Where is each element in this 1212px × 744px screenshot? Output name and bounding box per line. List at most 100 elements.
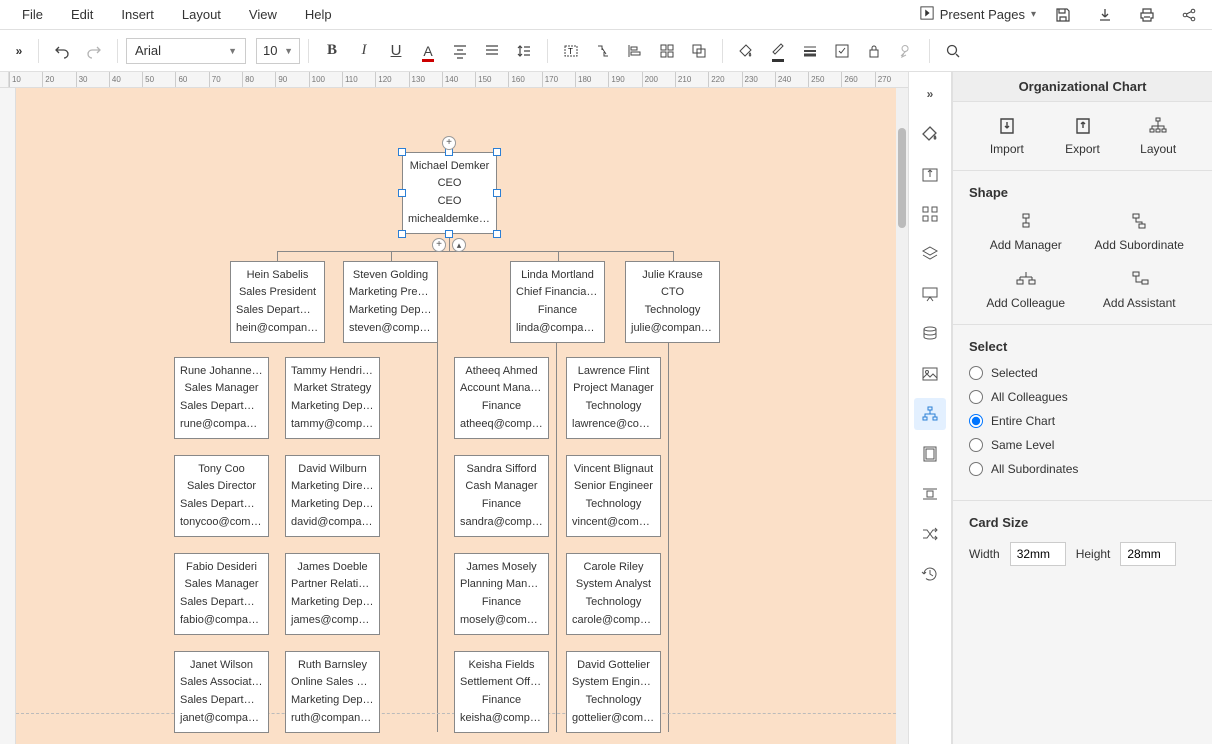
- tools-button[interactable]: [891, 36, 921, 66]
- menu-edit[interactable]: Edit: [57, 7, 107, 22]
- org-card[interactable]: Sandra SiffordCash ManagerFinancesandra@…: [454, 455, 549, 537]
- menu-help[interactable]: Help: [291, 7, 346, 22]
- org-card[interactable]: David WilburnMarketing DirectorMarketing…: [285, 455, 380, 537]
- selection-handle-se[interactable]: [493, 230, 501, 238]
- org-card[interactable]: James DoeblePartner RelationsMarketing D…: [285, 553, 380, 635]
- presentation-icon[interactable]: [914, 278, 946, 310]
- width-input[interactable]: [1010, 542, 1066, 566]
- present-pages-button[interactable]: Present Pages ▾: [920, 6, 1036, 23]
- add-colleague-button[interactable]: Add Colleague: [969, 270, 1083, 310]
- card-email: michealdemker...: [405, 211, 494, 229]
- org-card[interactable]: Lawrence FlintProject ManagerTechnologyl…: [566, 357, 661, 439]
- add-subordinate-button[interactable]: Add Subordinate: [1083, 212, 1197, 252]
- ruler-horizontal: 1020304050607080901001101201301401501601…: [0, 72, 908, 88]
- org-card[interactable]: Hein SabelisSales PresidentSales Departm…: [230, 261, 325, 343]
- align-para-button[interactable]: [477, 36, 507, 66]
- page-icon[interactable]: [914, 438, 946, 470]
- fill-button[interactable]: [731, 36, 761, 66]
- selection-handle-nw[interactable]: [398, 148, 406, 156]
- select-title: Select: [969, 339, 1196, 354]
- shuffle-icon[interactable]: [914, 518, 946, 550]
- add-below-button[interactable]: +: [432, 238, 446, 252]
- org-card[interactable]: Carole RileySystem AnalystTechnologycaro…: [566, 553, 661, 635]
- italic-button[interactable]: I: [349, 36, 379, 66]
- panel-title: Organizational Chart: [953, 72, 1212, 102]
- font-family-select[interactable]: Arial▼: [126, 38, 246, 64]
- print-icon[interactable]: [1132, 0, 1162, 30]
- selection-handle-s[interactable]: [445, 230, 453, 238]
- redo-button[interactable]: [79, 36, 109, 66]
- org-card[interactable]: Steven GoldingMarketing Presi...Marketin…: [343, 261, 438, 343]
- distribute-button[interactable]: [652, 36, 682, 66]
- layers-icon[interactable]: [914, 238, 946, 270]
- add-above-button[interactable]: +: [442, 136, 456, 150]
- save-icon[interactable]: [1048, 0, 1078, 30]
- align-text-button[interactable]: [445, 36, 475, 66]
- export-icon[interactable]: [914, 158, 946, 190]
- add-manager-button[interactable]: Add Manager: [969, 212, 1083, 252]
- menu-view[interactable]: View: [235, 7, 291, 22]
- org-card[interactable]: Keisha FieldsSettlement OfficerFinanceke…: [454, 651, 549, 733]
- radio-selected[interactable]: Selected: [969, 366, 1196, 380]
- collapse-button[interactable]: ▴: [452, 238, 466, 252]
- line-spacing-button[interactable]: [509, 36, 539, 66]
- bold-button[interactable]: B: [317, 36, 347, 66]
- connector-button[interactable]: [588, 36, 618, 66]
- org-chart-icon[interactable]: [914, 398, 946, 430]
- menu-insert[interactable]: Insert: [107, 7, 168, 22]
- image-icon[interactable]: [914, 358, 946, 390]
- add-assistant-button[interactable]: Add Assistant: [1083, 270, 1197, 310]
- org-card[interactable]: James MoselyPlanning ManagerFinancemosel…: [454, 553, 549, 635]
- chevron-down-icon: ▼: [284, 46, 293, 56]
- menu-file[interactable]: File: [8, 7, 57, 22]
- org-card[interactable]: David GottelierSystem EngineerTechnology…: [566, 651, 661, 733]
- height-input[interactable]: [1120, 542, 1176, 566]
- org-card[interactable]: Ruth BarnsleyOnline Sales Dir...Marketin…: [285, 651, 380, 733]
- import-button[interactable]: Import: [969, 116, 1045, 156]
- checkbox-button[interactable]: [827, 36, 857, 66]
- canvas[interactable]: Michael Demker CEO CEO michealdemker... …: [16, 88, 908, 744]
- export-button[interactable]: Export: [1045, 116, 1121, 156]
- underline-button[interactable]: U: [381, 36, 411, 66]
- undo-button[interactable]: [47, 36, 77, 66]
- group-button[interactable]: [684, 36, 714, 66]
- org-card[interactable]: Julie KrauseCTOTechnologyjulie@company..…: [625, 261, 720, 343]
- org-card[interactable]: Atheeq AhmedAccount ManagerFinanceatheeq…: [454, 357, 549, 439]
- layout-button[interactable]: Layout: [1120, 116, 1196, 156]
- position-icon[interactable]: [914, 478, 946, 510]
- line-color-button[interactable]: [763, 36, 793, 66]
- search-button[interactable]: [938, 36, 968, 66]
- download-icon[interactable]: [1090, 0, 1120, 30]
- vertical-scrollbar[interactable]: [896, 88, 908, 744]
- lock-button[interactable]: [859, 36, 889, 66]
- font-size-select[interactable]: 10▼: [256, 38, 300, 64]
- selection-handle-ne[interactable]: [493, 148, 501, 156]
- menu-layout[interactable]: Layout: [168, 7, 235, 22]
- org-card[interactable]: Linda MortlandChief Financial ...Finance…: [510, 261, 605, 343]
- selection-handle-sw[interactable]: [398, 230, 406, 238]
- radio-all-subordinates[interactable]: All Subordinates: [969, 462, 1196, 476]
- org-card[interactable]: Tony CooSales DirectorSales Departmentto…: [174, 455, 269, 537]
- org-card[interactable]: Rune Johannes...Sales ManagerSales Depar…: [174, 357, 269, 439]
- radio-same-level[interactable]: Same Level: [969, 438, 1196, 452]
- collapse-panel-icon[interactable]: »: [914, 78, 946, 110]
- expand-toolbar-icon[interactable]: »: [8, 40, 30, 62]
- font-color-button[interactable]: A: [413, 36, 443, 66]
- selection-handle-e[interactable]: [493, 189, 501, 197]
- radio-all-colleagues[interactable]: All Colleagues: [969, 390, 1196, 404]
- radio-entire-chart[interactable]: Entire Chart: [969, 414, 1196, 428]
- org-card[interactable]: Fabio DesideriSales ManagerSales Departm…: [174, 553, 269, 635]
- grid-icon[interactable]: [914, 198, 946, 230]
- share-icon[interactable]: [1174, 0, 1204, 30]
- fill-bucket-icon[interactable]: [914, 118, 946, 150]
- selection-handle-w[interactable]: [398, 189, 406, 197]
- database-icon[interactable]: [914, 318, 946, 350]
- align-objects-button[interactable]: [620, 36, 650, 66]
- history-icon[interactable]: [914, 558, 946, 590]
- text-box-button[interactable]: T: [556, 36, 586, 66]
- line-style-button[interactable]: [795, 36, 825, 66]
- org-card[interactable]: Janet WilsonSales Associate ...Sales Dep…: [174, 651, 269, 733]
- org-card[interactable]: Tammy Hendrick...Market StrategyMarketin…: [285, 357, 380, 439]
- org-card-root[interactable]: Michael Demker CEO CEO michealdemker...: [402, 152, 497, 234]
- org-card[interactable]: Vincent BlignautSenior EngineerTechnolog…: [566, 455, 661, 537]
